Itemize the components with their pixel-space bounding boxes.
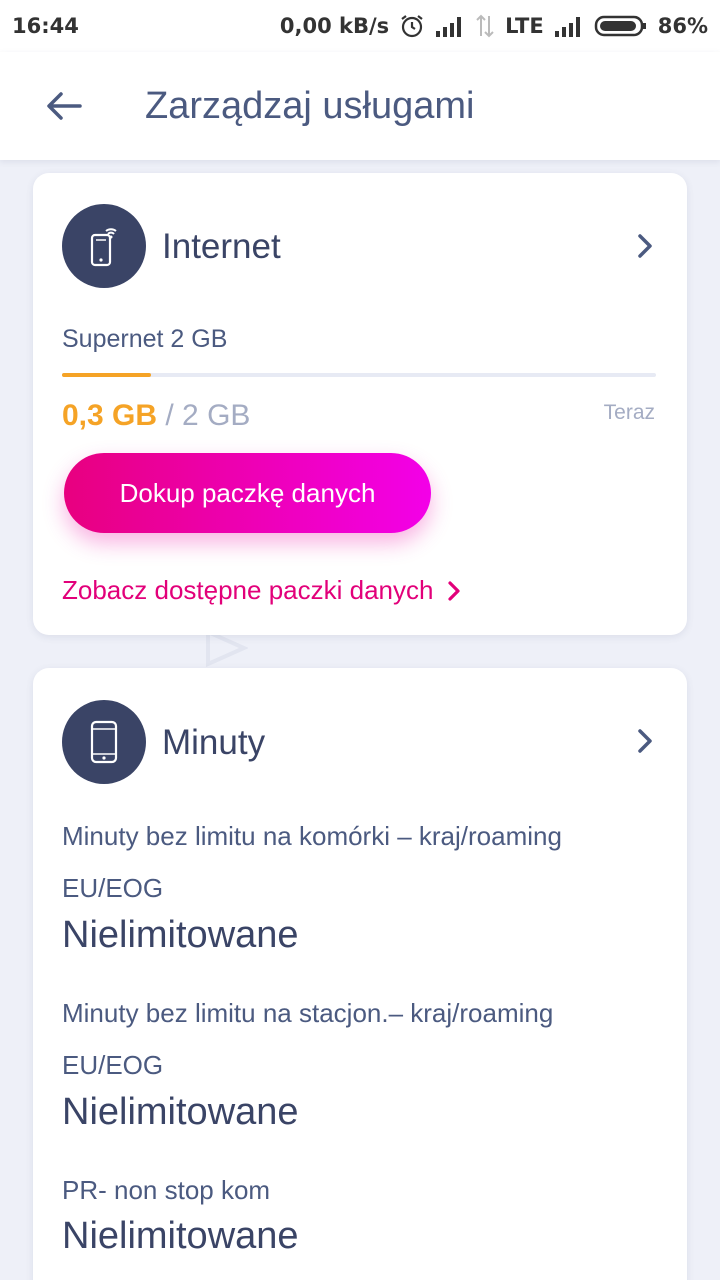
phone-wifi-icon [62, 204, 146, 288]
arrow-left-icon [47, 92, 82, 120]
alarm-icon [399, 13, 425, 39]
chevron-right-icon [638, 729, 652, 753]
minutes-item-value: Nielimitowane [62, 1215, 299, 1257]
status-bar: 16:44 0,00 kB/s LTE 86% [0, 0, 720, 52]
phone-icon [62, 700, 146, 784]
see-data-packages-link[interactable]: Zobacz dostępne paczki danych [62, 575, 461, 606]
status-indicators: 0,00 kB/s LTE 86% [280, 13, 708, 39]
internet-card: Internet Supernet 2 GB 0,3 GB / 2 GB Ter… [33, 173, 687, 635]
buy-data-package-button[interactable]: Dokup paczkę danych [64, 453, 431, 533]
data-total: / 2 GB [165, 399, 251, 432]
minutes-item-label-line1: Minuty bez limitu na komórki – kraj/roam… [62, 821, 562, 851]
page-title: Zarządzaj usługami [145, 85, 475, 127]
data-usage-progress-bar [62, 373, 656, 377]
status-time: 16:44 [12, 14, 79, 38]
minutes-card: Minuty Minuty bez limitu na komórki – kr… [33, 668, 687, 1280]
minutes-item-value: Nielimitowane [62, 1091, 299, 1133]
signal-icon-2 [554, 15, 584, 37]
minutes-item-label-line2: EU/EOG [62, 873, 164, 903]
internet-details-button[interactable] [633, 231, 657, 261]
minutes-item-label: Minuty bez limitu na stacjon.– kraj/roam… [62, 987, 662, 1091]
battery-level: 86% [657, 14, 708, 38]
minutes-title: Minuty [162, 723, 266, 762]
minutes-details-button[interactable] [633, 726, 657, 756]
minutes-item-label-line2: EU/EOG [62, 1050, 164, 1080]
data-transfer-icon [475, 14, 495, 38]
internet-title: Internet [162, 227, 281, 266]
back-button[interactable] [38, 82, 90, 130]
chevron-right-icon [448, 580, 461, 601]
minutes-item-value: Nielimitowane [62, 914, 299, 956]
minutes-item-label: PR- non stop kom [62, 1164, 662, 1216]
signal-icon [435, 15, 465, 37]
minutes-item-label-line1: Minuty bez limitu na stacjon.– kraj/roam… [62, 998, 554, 1028]
data-used: 0,3 GB [62, 399, 158, 432]
network-type: LTE [505, 14, 544, 38]
usage-updated-label: Teraz [603, 401, 655, 424]
data-usage-progress-fill [62, 373, 152, 377]
chevron-right-icon [638, 234, 652, 258]
minutes-item-label-line1: PR- non stop kom [62, 1175, 271, 1205]
minutes-item-label: Minuty bez limitu na komórki – kraj/roam… [62, 810, 662, 914]
data-usage-text: 0,3 GB / 2 GB [62, 399, 250, 433]
network-speed: 0,00 kB/s [279, 14, 390, 38]
battery-icon [594, 14, 648, 38]
see-data-packages-label: Zobacz dostępne paczki danych [62, 575, 434, 605]
plan-name: Supernet 2 GB [62, 325, 228, 353]
app-header: Zarządzaj usługami [0, 52, 720, 160]
